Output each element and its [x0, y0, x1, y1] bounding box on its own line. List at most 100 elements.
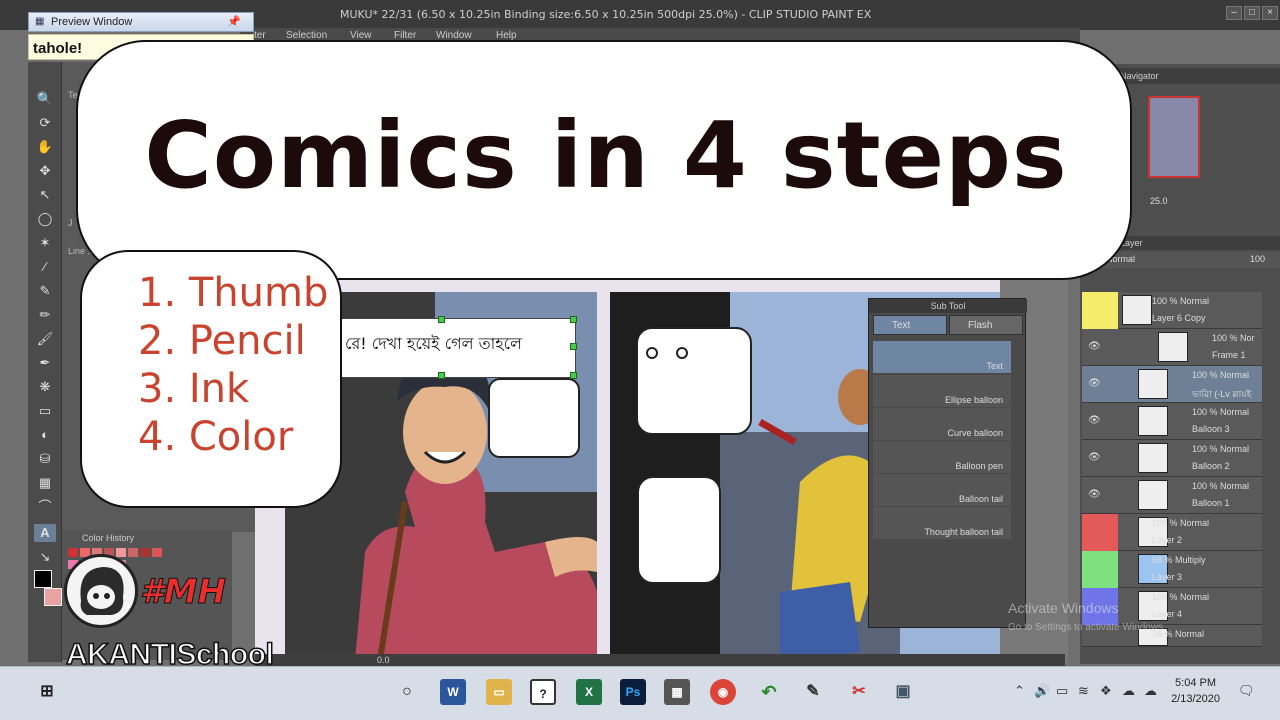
battery-icon[interactable]: ▭ — [1056, 683, 1068, 699]
move-tool-icon[interactable]: ✥ — [34, 162, 56, 180]
navigator-zoom[interactable]: 25.0 — [1150, 196, 1168, 206]
sub-color-swatch[interactable] — [44, 588, 62, 606]
eyedropper-icon[interactable]: ⁄ — [34, 258, 56, 276]
main-color-swatch[interactable] — [34, 570, 52, 588]
windows-start-icon[interactable]: ⊞ — [34, 679, 60, 705]
wifi-icon[interactable]: ≋ — [1078, 683, 1089, 699]
layer-thumbnail — [1158, 332, 1188, 362]
blend-tool-icon[interactable]: ◐ — [34, 426, 56, 444]
text-handle[interactable] — [570, 372, 577, 379]
system-clock[interactable]: 5:04 PM 2/13/2020 — [1171, 675, 1220, 707]
onedrive-icon[interactable]: ☁ — [1144, 683, 1157, 699]
excel-icon[interactable]: X — [576, 679, 602, 705]
brush-tool-icon[interactable]: 🖌 — [34, 330, 56, 348]
photoshop-icon[interactable]: Ps — [620, 679, 646, 705]
fill-tool-icon[interactable]: ⛁ — [34, 450, 56, 468]
text-handle[interactable] — [438, 372, 445, 379]
windows-taskbar: ⊞ ○ W ▭ ? X Ps ▦ ◉ ↶ ✎ ✂ ▣ ⌃ 🔊 ▭ ≋ ❖ ☁ ☁… — [0, 666, 1280, 720]
zoom-tool-icon[interactable]: 🔍 — [34, 90, 56, 108]
pen-icon[interactable]: ✎ — [800, 679, 826, 705]
calculator-icon[interactable]: ▦ — [664, 679, 690, 705]
eye-icon[interactable]: 👁 — [1088, 378, 1101, 389]
speech-balloon[interactable] — [637, 476, 721, 584]
chrome-icon[interactable]: ◉ — [710, 679, 736, 705]
notification-icon[interactable]: 🗨 — [1238, 683, 1255, 699]
navigator-thumbnail[interactable] — [1148, 96, 1200, 178]
cloud-icon[interactable]: ☁ — [1122, 683, 1135, 699]
subtool-curve-balloon[interactable]: Curve balloon — [873, 408, 1011, 440]
eye-icon[interactable]: 👁 — [1088, 341, 1101, 352]
tab-text[interactable]: Text — [873, 315, 947, 335]
step-4: 4. Color — [138, 414, 294, 460]
layer-row[interactable]: 68 % Multiply Layer 3 — [1082, 551, 1262, 588]
layer-row[interactable]: 100 % Normal Layer 2 — [1082, 514, 1262, 551]
eye-icon[interactable]: 👁 — [1088, 415, 1101, 426]
layer-row[interactable]: 👁 100 % Normal ভাৱিা (-Lv ল্লায়ই গাঁৰী … — [1082, 366, 1262, 414]
folder-icon[interactable]: ▭ — [486, 679, 512, 705]
balloon-handle[interactable] — [676, 347, 688, 359]
navigator-tab[interactable]: Navigator — [1100, 68, 1280, 84]
airbrush-tool-icon[interactable]: ✒ — [34, 354, 56, 372]
eraser-tool-icon[interactable]: ▭ — [34, 402, 56, 420]
tool-palette: 🔍 ⟳ ✋ ✥ ↖ ◯ ✶ ⁄ ✎ ✏ 🖌 ✒ ❋ ▭ ◐ ⛁ ▦ ⌒ ▤ A … — [28, 62, 62, 662]
footer-zoom-value[interactable]: 0.0 — [377, 655, 390, 665]
speech-balloon[interactable] — [488, 378, 580, 458]
select-tool-icon[interactable]: ↖ — [34, 186, 56, 204]
subtool-balloon-tail[interactable]: Balloon tail — [873, 474, 1011, 506]
subtool-balloon-pen[interactable]: Balloon pen — [873, 441, 1011, 473]
text-tool-icon[interactable]: A — [34, 524, 56, 542]
pin-icon[interactable]: 📌 — [227, 15, 241, 28]
decoration-tool-icon[interactable]: ❋ — [34, 378, 56, 396]
subtool-thought-tail[interactable]: Thought balloon tail — [873, 507, 1011, 539]
volume-icon[interactable]: 🔊 — [1034, 683, 1050, 699]
color-swatch[interactable] — [152, 548, 162, 557]
clip-studio-icon[interactable]: ? — [530, 679, 556, 705]
magic-wand-icon[interactable]: ✶ — [34, 234, 56, 252]
tab-flash[interactable]: Flash — [949, 315, 1023, 335]
pencil-tool-icon[interactable]: ✏ — [34, 306, 56, 324]
layer-tab[interactable]: Layer — [1100, 236, 1280, 250]
layer-row[interactable]: 👁 100 % Normal Balloon 1 — [1082, 477, 1262, 514]
color-swatch[interactable] — [128, 548, 138, 557]
hand-tool-icon[interactable]: ✋ — [34, 138, 56, 156]
layer-row[interactable]: 👁 100 % Normal Balloon 3 — [1082, 403, 1262, 440]
text-handle[interactable] — [438, 316, 445, 323]
rotate-tool-icon[interactable]: ⟳ — [34, 114, 56, 132]
subtool-ellipse-balloon[interactable]: Ellipse balloon — [873, 375, 1011, 407]
snipping-icon[interactable]: ✂ — [846, 679, 872, 705]
layer-name: Frame 1 — [1212, 350, 1246, 360]
balloon-handle[interactable] — [646, 347, 658, 359]
lasso-tool-icon[interactable]: ◯ — [34, 210, 56, 228]
gradient-tool-icon[interactable]: ▦ — [34, 474, 56, 492]
text-box[interactable]: রে! দেখা হয়েই গেল তাহলে — [340, 318, 576, 378]
color-swatch[interactable] — [116, 548, 126, 557]
back-arrow-icon[interactable]: ↶ — [756, 679, 782, 705]
dropbox-icon[interactable]: ❖ — [1100, 683, 1112, 699]
minimize-button[interactable]: – — [1226, 6, 1242, 20]
maximize-button[interactable]: □ — [1244, 6, 1260, 20]
layer-row[interactable]: 👁 100 % Nor Frame 1 — [1082, 329, 1262, 366]
layer-row[interactable]: 👁 100 % Normal Balloon 2 — [1082, 440, 1262, 477]
color-swatch[interactable] — [140, 548, 150, 557]
layer-row[interactable]: 100 % Normal Layer 6 Copy — [1082, 292, 1262, 329]
speech-balloon[interactable] — [636, 327, 752, 435]
task-view-icon[interactable]: ○ — [394, 679, 420, 705]
layer-name: Balloon 2 — [1192, 461, 1230, 471]
correct-line-icon[interactable]: ↘ — [34, 548, 56, 566]
text-handle[interactable] — [570, 343, 577, 350]
word-icon[interactable]: W — [440, 679, 466, 705]
eye-icon[interactable]: 👁 — [1088, 452, 1101, 463]
blend-mode-select[interactable]: Normal 100 — [1100, 252, 1280, 268]
text-handle[interactable] — [570, 316, 577, 323]
figure-tool-icon[interactable]: ⌒ — [34, 498, 56, 516]
subtool-text[interactable]: Text — [873, 341, 1011, 373]
layer-props: 100 % Normal — [1152, 296, 1210, 306]
chevron-up-icon[interactable]: ⌃ — [1014, 683, 1025, 699]
eye-icon[interactable]: 👁 — [1088, 489, 1101, 500]
close-button[interactable]: × — [1262, 6, 1278, 20]
preview-window-tab[interactable]: ▦ Preview Window 📌 — [28, 12, 254, 32]
color-swatch[interactable] — [68, 548, 78, 557]
pen-tool-icon[interactable]: ✎ — [34, 282, 56, 300]
title-balloon: Comics in 4 steps — [76, 40, 1132, 280]
screen-icon[interactable]: ▣ — [890, 679, 916, 705]
